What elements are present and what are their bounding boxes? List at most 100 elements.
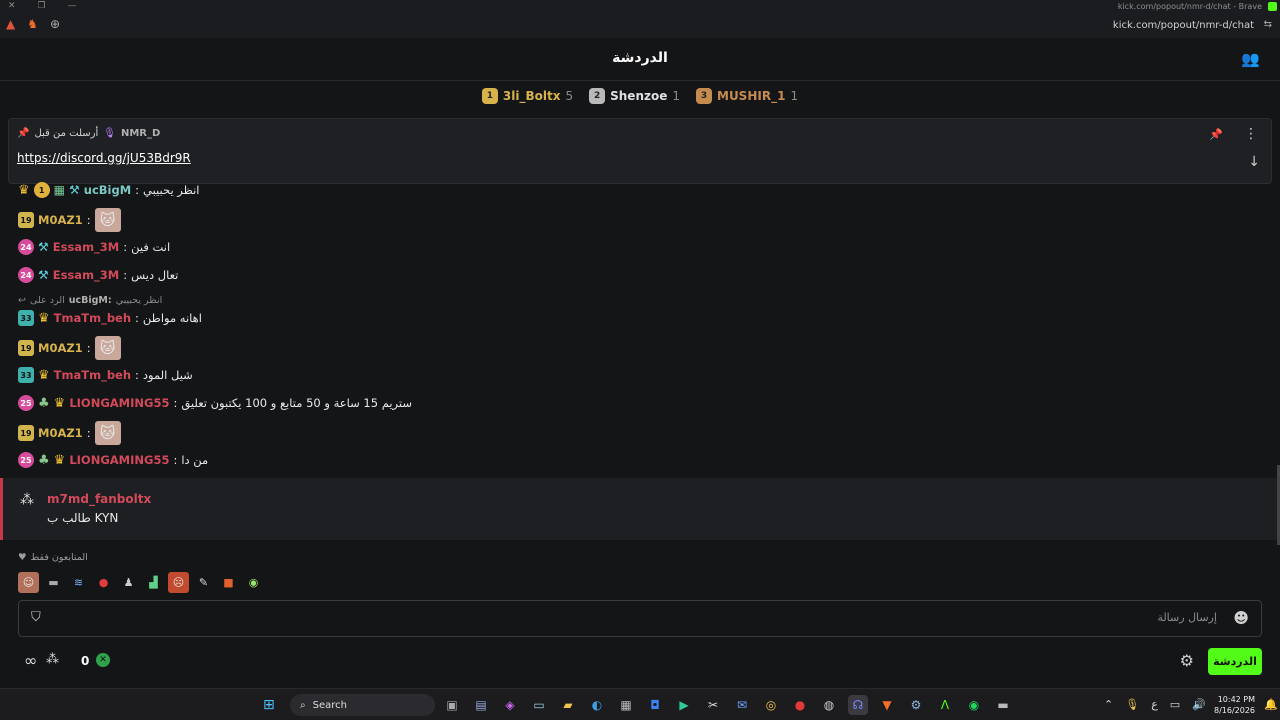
capcut-icon[interactable]: ✂: [703, 695, 723, 715]
followers-only-label: ♥ المتابعون فقط: [18, 552, 88, 563]
settings-gear-icon[interactable]: ⚙: [1180, 651, 1194, 670]
separator: :: [135, 311, 139, 325]
angry-face-emote-icon[interactable]: ☹: [168, 572, 189, 593]
edge-icon[interactable]: ◐: [587, 695, 607, 715]
reply-icon: ↩: [18, 295, 26, 306]
username[interactable]: Essam_3M: [53, 240, 119, 254]
kicks-icon[interactable]: ⁂: [46, 652, 59, 667]
security-icon[interactable]: ◘: [645, 695, 665, 715]
microphone-icon[interactable]: 🎙: [1125, 698, 1139, 711]
username[interactable]: ucBigM: [84, 183, 131, 197]
leaderboard-count: 1: [790, 89, 799, 103]
subscriber-badge: 24: [18, 267, 34, 283]
hat-emote-icon[interactable]: ▬: [43, 572, 64, 593]
users-icon[interactable]: 👥: [1241, 50, 1260, 68]
rank-badge: 2: [589, 88, 606, 104]
task-view-icon[interactable]: ▣: [442, 695, 462, 715]
windows-start-icon[interactable]: ⊞: [263, 697, 275, 713]
minimize-window-icon[interactable]: —: [68, 1, 77, 11]
kicks-icon: ⁂: [20, 492, 34, 508]
kick-app-icon[interactable]: Λ: [935, 695, 955, 715]
username[interactable]: LIONGAMING55: [69, 453, 169, 467]
chat-input[interactable]: ⛉ إرسال رسالة ☻: [18, 600, 1262, 637]
chat-message: 25 ♣ ♛ LIONGAMING55: من دا: [18, 452, 208, 468]
close-window-icon[interactable]: ✕: [8, 1, 16, 11]
file-explorer-icon[interactable]: ▰: [558, 695, 578, 715]
notification-bell-icon[interactable]: 🔔: [1264, 698, 1278, 711]
site-settings-icon[interactable]: ⇆: [1264, 19, 1272, 30]
terminal-icon[interactable]: ▭: [529, 695, 549, 715]
terminal2-icon[interactable]: ▬: [993, 695, 1013, 715]
send-chat-button[interactable]: الدردشة: [1208, 648, 1262, 675]
feather-emote-icon[interactable]: ✎: [193, 572, 214, 593]
siren-emote-icon[interactable]: ●: [93, 572, 114, 593]
window-controls: ✕ ❐ —: [8, 1, 77, 11]
username[interactable]: TmaTm_beh: [54, 311, 131, 325]
username[interactable]: LIONGAMING55: [69, 396, 169, 410]
separator: :: [86, 341, 91, 355]
gift-leaderboard: 1 3li_Boltx 5 2 Shenzoe 1 3 MUSHIR_1 1: [0, 82, 1280, 110]
points-icon[interactable]: ✕: [96, 653, 110, 667]
taskbar-search[interactable]: ⌕ Search: [290, 694, 435, 716]
message-text: انظر يحبيبي: [143, 183, 200, 197]
spotify-icon[interactable]: ◉: [964, 695, 984, 715]
infinity-icon[interactable]: ∞: [24, 651, 37, 670]
steam-icon[interactable]: ⚙: [906, 695, 926, 715]
reply-reference[interactable]: ↩ الرد على ucBigM: انظر يحبيبي: [18, 295, 162, 306]
leaderboard-item[interactable]: 3 MUSHIR_1 1: [696, 88, 798, 104]
zoom-icon[interactable]: ⊕: [50, 17, 60, 31]
recorder-icon[interactable]: ●: [790, 695, 810, 715]
network-icon[interactable]: ▭: [1170, 698, 1180, 711]
username[interactable]: TmaTm_beh: [54, 368, 131, 382]
reply-prefix: الرد على: [29, 295, 65, 306]
store-icon[interactable]: ▦: [616, 695, 636, 715]
brave-rewards-icon[interactable]: ▲: [6, 17, 15, 31]
wings-emote-icon[interactable]: ≋: [68, 572, 89, 593]
leaderboard-item[interactable]: 1 3li_Boltx 5: [481, 88, 573, 104]
expand-down-icon[interactable]: ↓: [1248, 154, 1260, 170]
message-text: انت فين: [131, 240, 171, 254]
mail-icon[interactable]: ✉: [732, 695, 752, 715]
face-emote-icon[interactable]: ☺: [18, 572, 39, 593]
chrome-icon[interactable]: ◎: [761, 695, 781, 715]
brave-shields-icon[interactable]: ♞: [27, 17, 38, 31]
unpin-icon[interactable]: 📌: [1209, 128, 1223, 141]
username[interactable]: m7md_fanboltx: [47, 492, 151, 506]
app-icon[interactable]: ▶: [674, 695, 694, 715]
restore-window-icon[interactable]: ❐: [38, 1, 46, 11]
person-emote-icon[interactable]: ♟: [118, 572, 139, 593]
devil-emote-icon[interactable]: ■: [218, 572, 239, 593]
username[interactable]: M0AZ1: [38, 213, 83, 227]
browser-titlebar: ✕ ❐ — ▲ ♞ ⊕ kick.com/popout/nmr-d/chat -…: [0, 0, 1280, 38]
subscriber-badge: 25: [18, 452, 34, 468]
separator: :: [86, 426, 91, 440]
message-text: من دا: [181, 453, 209, 467]
obs-icon[interactable]: ◍: [819, 695, 839, 715]
volume-icon[interactable]: 🔊: [1192, 698, 1206, 711]
alien-emote-icon[interactable]: ◉: [243, 572, 264, 593]
chat-header: الدردشة 👥: [0, 38, 1280, 81]
chat-message: 24 ⚒ Essam_3M: تعال ديس: [18, 267, 178, 283]
address-bar[interactable]: kick.com/popout/nmr-d/chat: [1113, 20, 1254, 31]
taskbar-clock[interactable]: 10:42 PM 8/16/2026: [1214, 694, 1255, 716]
pinned-link[interactable]: https://discord.gg/jU53Bdr9R: [17, 151, 191, 165]
leaderboard-item[interactable]: 2 Shenzoe 1: [589, 88, 680, 104]
equalizer-emote-icon[interactable]: ▟: [143, 572, 164, 593]
chat-message: 19 M0AZ1: 🐱: [18, 421, 121, 445]
notepad-icon[interactable]: ▤: [471, 695, 491, 715]
chevron-up-icon[interactable]: ⌃: [1104, 698, 1113, 711]
emoji-picker-icon[interactable]: ☻: [1233, 609, 1249, 627]
language-indicator[interactable]: ع: [1151, 698, 1158, 711]
discord-icon[interactable]: ☊: [848, 695, 868, 715]
copilot-icon[interactable]: ◈: [500, 695, 520, 715]
username[interactable]: Essam_3M: [53, 268, 119, 282]
more-options-icon[interactable]: ⋮: [1244, 126, 1258, 142]
username[interactable]: M0AZ1: [38, 426, 83, 440]
brave-icon[interactable]: ▼: [877, 695, 897, 715]
chat-message: 25 ♣ ♛ LIONGAMING55: ستريم 15 ساعة و 50 …: [18, 395, 412, 411]
chat-message: 24 ⚒ Essam_3M: انت فين: [18, 239, 170, 255]
pinned-user[interactable]: NMR_D: [121, 128, 160, 139]
shield-icon[interactable]: ⛉: [31, 610, 41, 625]
username[interactable]: M0AZ1: [38, 341, 83, 355]
pinned-by-label: أرسلت من قبل: [34, 128, 99, 139]
